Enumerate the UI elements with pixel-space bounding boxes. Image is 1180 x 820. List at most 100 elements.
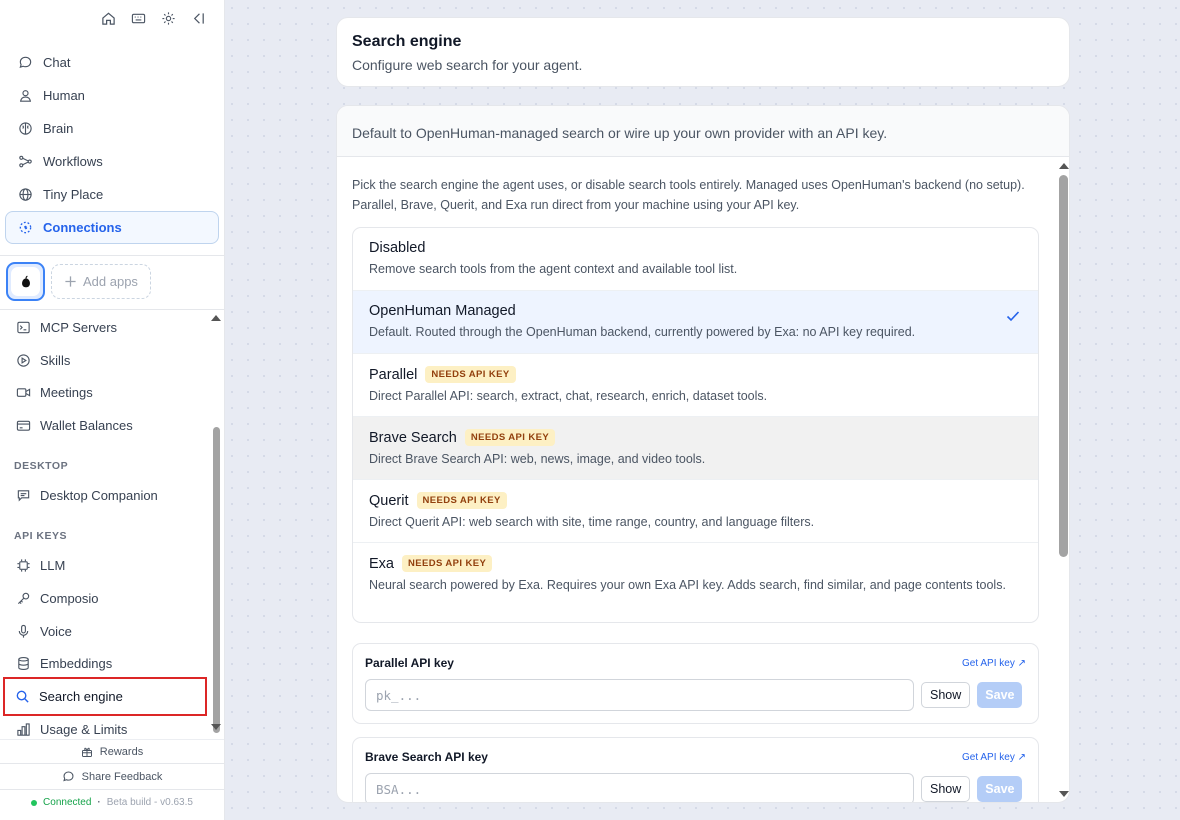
sidebar-item-label: Search engine [39, 689, 123, 704]
rewards-label: Rewards [99, 745, 144, 758]
engine-option-exa[interactable]: Exa NEEDS API KEY Neural search powered … [353, 543, 1038, 622]
sidebar-toolbar [100, 10, 206, 26]
divider [0, 309, 224, 310]
play-circle-icon [17, 353, 30, 367]
sidebar-item-voice[interactable]: Voice [4, 615, 206, 647]
engine-option-querit[interactable]: Querit NEEDS API KEY Direct Querit API: … [353, 480, 1038, 543]
engine-description: Default. Routed through the OpenHuman ba… [369, 325, 916, 339]
nav-item-chat[interactable]: Chat [5, 46, 219, 79]
status-separator: · [97, 797, 101, 808]
page-subtitle: Configure web search for your agent. [352, 57, 583, 73]
brain-icon [19, 122, 32, 135]
message-square-icon [17, 489, 30, 502]
save-key-button[interactable]: Save [977, 682, 1023, 708]
sidebar-item-label: Skills [40, 352, 71, 368]
nav-item-tiny-place[interactable]: Tiny Place [5, 178, 219, 211]
panel-scrollbar-thumb[interactable] [1059, 175, 1068, 557]
engine-option-disabled[interactable]: Disabled Remove search tools from the ag… [353, 228, 1038, 291]
sidebar-scrollbar-thumb[interactable] [213, 427, 220, 733]
parallel-api-key-input[interactable]: pk_... [365, 679, 914, 711]
sidebar-item-label: Wallet Balances [40, 417, 133, 433]
user-icon [19, 90, 32, 102]
status-label: Connected [43, 797, 92, 808]
add-apps-button[interactable]: Add apps [51, 264, 151, 299]
get-api-key-link[interactable]: Get API key ↗ [962, 752, 1026, 763]
nav-label: Tiny Place [43, 187, 104, 202]
sidebar-scroll-area: MCP Servers Skills Meetings Wallet Balan… [0, 311, 224, 737]
key-icon [17, 592, 30, 604]
add-apps-label: Add apps [83, 274, 138, 289]
apps-row: Add apps [6, 262, 151, 301]
sidebar-item-meetings[interactable]: Meetings [4, 376, 206, 408]
search-icon [16, 690, 29, 703]
scroll-up-arrow-icon[interactable] [211, 315, 221, 321]
sidebar-item-search-engine[interactable]: Search engine [3, 677, 207, 716]
engine-option-parallel[interactable]: Parallel NEEDS API KEY Direct Parallel A… [353, 354, 1038, 417]
engine-option-openhuman-managed[interactable]: OpenHuman Managed Default. Routed throug… [353, 291, 1038, 354]
engine-name: Exa [369, 555, 394, 572]
video-icon [16, 387, 31, 397]
app-logo-icon [21, 275, 30, 287]
primary-nav: Chat Human Brain Workflows Tiny Place Co… [5, 46, 219, 244]
engine-name: Disabled [369, 240, 426, 256]
nav-item-connections[interactable]: Connections [5, 211, 219, 244]
scroll-down-arrow-icon[interactable] [211, 724, 221, 730]
api-key-title: Parallel API key [365, 656, 454, 670]
nav-label: Brain [43, 121, 74, 136]
engine-name: Querit [369, 492, 409, 509]
brave-api-key-input[interactable]: BSA... [365, 773, 914, 802]
keyboard-icon[interactable] [130, 10, 146, 26]
sidebar-item-llm[interactable]: LLM [4, 549, 206, 581]
collapse-sidebar-icon[interactable] [190, 10, 206, 26]
connected-app-avatar[interactable] [6, 262, 45, 301]
share-feedback-button[interactable]: Share Feedback [0, 763, 224, 790]
needs-api-key-badge: NEEDS API KEY [425, 366, 516, 383]
home-icon[interactable] [100, 10, 116, 26]
sidebar-item-usage-limits[interactable]: Usage & Limits [4, 713, 206, 737]
brave-search-api-key-card: Brave Search API key Get API key ↗ BSA..… [352, 737, 1039, 802]
needs-api-key-badge: NEEDS API KEY [402, 555, 493, 572]
section-heading-api-keys: API KEYS [14, 530, 68, 542]
sidebar-item-embeddings[interactable]: Embeddings [4, 647, 206, 679]
page-title: Search engine [352, 33, 462, 50]
api-key-title: Brave Search API key [365, 750, 488, 764]
get-api-key-link[interactable]: Get API key ↗ [962, 658, 1026, 669]
engine-name: OpenHuman Managed [369, 303, 516, 319]
sidebar-item-label: Usage & Limits [40, 721, 128, 737]
scroll-up-arrow-icon[interactable] [1059, 163, 1069, 169]
sidebar-item-desktop-companion[interactable]: Desktop Companion [4, 479, 206, 511]
sidebar: Chat Human Brain Workflows Tiny Place Co… [0, 0, 225, 820]
chat-bubble-icon [19, 56, 32, 69]
nav-item-brain[interactable]: Brain [5, 112, 219, 145]
engine-option-brave-search[interactable]: Brave Search NEEDS API KEY Direct Brave … [353, 417, 1038, 480]
checkmark-icon [1006, 311, 1020, 322]
sidebar-item-wallet-balances[interactable]: Wallet Balances [4, 409, 206, 441]
intro-text: Pick the search engine the agent uses, o… [352, 178, 1025, 212]
cpu-icon [17, 558, 30, 572]
save-key-button[interactable]: Save [977, 776, 1023, 802]
sidebar-item-skills[interactable]: Skills [4, 344, 206, 376]
sidebar-item-label: LLM [40, 557, 66, 573]
engine-description: Direct Parallel API: search, extract, ch… [369, 389, 768, 403]
sidebar-item-composio[interactable]: Composio [4, 582, 206, 614]
feedback-icon [62, 771, 74, 782]
panel-scroll-body: Pick the search engine the agent uses, o… [337, 158, 1057, 802]
wallet-icon [16, 420, 31, 431]
status-dot-icon [31, 799, 38, 806]
nav-item-human[interactable]: Human [5, 79, 219, 112]
rewards-button[interactable]: Rewards [0, 739, 224, 763]
engine-description: Remove search tools from the agent conte… [369, 262, 738, 276]
gear-icon[interactable] [160, 10, 176, 26]
nav-label: Workflows [43, 154, 103, 169]
bar-chart-icon [17, 722, 30, 736]
show-key-button[interactable]: Show [921, 682, 971, 708]
sidebar-item-mcp-servers[interactable]: MCP Servers [4, 311, 206, 343]
engine-name: Parallel [369, 366, 418, 383]
sidebar-item-label: MCP Servers [40, 319, 118, 335]
show-key-button[interactable]: Show [921, 776, 971, 802]
divider [0, 255, 224, 256]
nav-label: Connections [43, 220, 122, 235]
scroll-down-arrow-icon[interactable] [1059, 791, 1069, 797]
nav-item-workflows[interactable]: Workflows [5, 145, 219, 178]
terminal-icon [17, 321, 30, 333]
